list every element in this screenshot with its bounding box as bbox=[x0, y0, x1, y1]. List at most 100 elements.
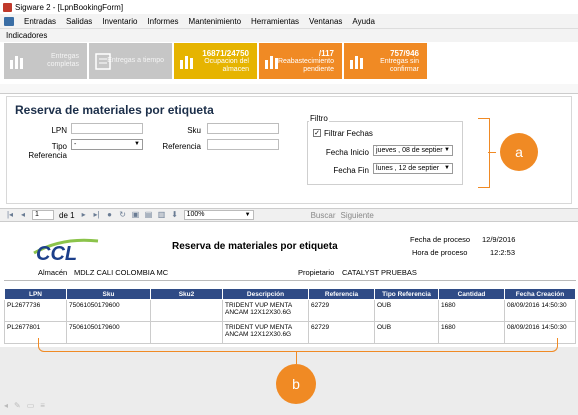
next-button[interactable]: Siguiente bbox=[340, 211, 373, 220]
chevron-down-icon: ▼ bbox=[244, 212, 251, 218]
page-setup-icon[interactable]: ▥ bbox=[158, 211, 166, 219]
cell-sku2 bbox=[150, 299, 223, 322]
referencia-label: Referencia bbox=[162, 142, 201, 151]
bar-chart-icon bbox=[265, 56, 278, 69]
table-header-row: LPN Sku Sku2 Descripción Referencia Tipo… bbox=[4, 288, 576, 300]
tile-label: Entregas a tiempo bbox=[107, 57, 164, 64]
bar-chart-icon bbox=[180, 56, 193, 69]
title-bar: Sigware 2 - [LpnBookingForm] bbox=[0, 0, 578, 14]
tile-entregas-completas[interactable]: Entregas completas bbox=[4, 43, 87, 79]
callout-connector-a bbox=[488, 152, 496, 153]
pen-icon[interactable]: ✎ bbox=[14, 401, 21, 410]
window-title: Sigware 2 - [LpnBookingForm] bbox=[15, 2, 124, 12]
menu-bar: Entradas Salidas Inventario Informes Man… bbox=[0, 14, 578, 29]
tipo-referencia-value: - bbox=[74, 141, 77, 148]
col-cantidad[interactable]: Cantidad bbox=[438, 288, 505, 300]
cell-fecha-creacion: 08/09/2016 14:50:30 bbox=[504, 299, 576, 322]
menu-icon[interactable]: ≡ bbox=[40, 401, 45, 410]
bar-chart-icon bbox=[350, 56, 363, 69]
report-title: Reserva de materiales por etiqueta bbox=[172, 241, 338, 252]
cell-descripcion: TRIDENT VUP MENTA ANCAM 12X12X30.6G bbox=[222, 299, 309, 322]
menu-inventario[interactable]: Inventario bbox=[102, 17, 137, 26]
cell-cantidad: 1680 bbox=[438, 299, 505, 322]
tile-value: 16871/24750 bbox=[202, 48, 249, 58]
footer-toolbar: ◂ ✎ ▭ ≡ bbox=[4, 401, 45, 410]
table-row[interactable]: PL2677736 75061050179600 TRIDENT VUP MEN… bbox=[4, 299, 576, 322]
menu-ventanas[interactable]: Ventanas bbox=[309, 17, 342, 26]
fecha-proceso-value: 12/9/2016 bbox=[482, 235, 516, 244]
fecha-inicio-value: jueves , 08 de septier bbox=[376, 147, 443, 154]
prev-page-icon[interactable]: ◂ bbox=[19, 211, 27, 219]
divider bbox=[4, 280, 576, 281]
fecha-fin-value: lunes , 12 de septier bbox=[376, 165, 440, 172]
menu-salidas[interactable]: Salidas bbox=[66, 17, 92, 26]
print-icon[interactable]: ▣ bbox=[132, 211, 140, 219]
hora-proceso-label: Hora de proceso bbox=[412, 248, 468, 257]
referencia-input[interactable] bbox=[207, 139, 279, 150]
last-page-icon[interactable]: ▸| bbox=[93, 211, 101, 219]
back-icon[interactable]: ◂ bbox=[4, 401, 8, 410]
next-page-icon[interactable]: ▸ bbox=[80, 211, 88, 219]
callout-a: a bbox=[500, 133, 538, 171]
tile-entregas-tiempo[interactable]: Entregas a tiempo bbox=[89, 43, 172, 79]
tile-label: Ocupacion del bbox=[204, 57, 249, 65]
tile-reabastecimiento[interactable]: /117 Reabastecimiento pendiente bbox=[259, 43, 342, 79]
tile-label: completas bbox=[47, 61, 79, 68]
callout-bracket-b bbox=[38, 338, 558, 352]
form-icon[interactable] bbox=[4, 16, 14, 26]
first-page-icon[interactable]: |◂ bbox=[6, 211, 14, 219]
tile-label: Entregas bbox=[50, 53, 79, 60]
col-tipo-referencia[interactable]: Tipo Referencia bbox=[374, 288, 439, 300]
indicators-label: Indicadores bbox=[0, 29, 578, 42]
tipo-referencia-label: Tipo Referencia bbox=[28, 142, 67, 160]
zoom-value: 100% bbox=[186, 211, 205, 218]
tile-label: Entregas sin bbox=[380, 57, 419, 65]
callout-connector-b bbox=[296, 352, 297, 364]
zoom-select[interactable]: 100% ▼ bbox=[183, 210, 254, 220]
fecha-fin-picker[interactable]: lunes , 12 de septier ▼ bbox=[373, 163, 453, 174]
tile-value: 757/946 bbox=[390, 48, 419, 58]
col-descripcion[interactable]: Descripción bbox=[222, 288, 309, 300]
tile-label: almacen bbox=[222, 65, 249, 73]
lpn-input[interactable] bbox=[71, 123, 143, 134]
menu-entradas[interactable]: Entradas bbox=[24, 17, 56, 26]
search-input[interactable]: Buscar bbox=[311, 211, 336, 220]
filtrar-fechas-checkbox[interactable]: ✓ bbox=[313, 129, 321, 137]
cell-tipo-referencia: OUB bbox=[374, 299, 439, 322]
menu-informes[interactable]: Informes bbox=[147, 17, 178, 26]
lpn-label: LPN bbox=[51, 126, 67, 135]
fecha-inicio-picker[interactable]: jueves , 08 de septier ▼ bbox=[373, 145, 453, 156]
hora-proceso-value: 12:2:53 bbox=[490, 248, 516, 257]
col-sku[interactable]: Sku bbox=[66, 288, 151, 300]
callout-bracket-a bbox=[478, 118, 490, 188]
propietario-label: Propietario bbox=[298, 268, 335, 277]
fecha-proceso-label: Fecha de proceso bbox=[410, 235, 471, 244]
chevron-down-icon: ▼ bbox=[444, 165, 450, 171]
menu-ayuda[interactable]: Ayuda bbox=[352, 17, 375, 26]
tipo-referencia-select[interactable]: - ▼ bbox=[71, 139, 143, 150]
col-sku2[interactable]: Sku2 bbox=[150, 288, 223, 300]
export-icon[interactable]: ⬇ bbox=[171, 211, 179, 219]
almacen-label: Almacén bbox=[38, 268, 68, 277]
menu-mantenimiento[interactable]: Mantenimiento bbox=[189, 17, 241, 26]
page-icon[interactable]: ▭ bbox=[27, 401, 35, 410]
tile-value: /117 bbox=[318, 48, 334, 58]
col-fecha-creacion[interactable]: Fecha Creación bbox=[504, 288, 576, 300]
filtrar-fechas-label: Filtrar Fechas bbox=[324, 129, 373, 138]
col-lpn[interactable]: LPN bbox=[4, 288, 67, 300]
sku-input[interactable] bbox=[207, 123, 279, 134]
indicator-tiles: Entregas completas Entregas a tiempo 168… bbox=[4, 43, 427, 79]
fecha-fin-label: Fecha Fin bbox=[333, 166, 369, 175]
page-input[interactable]: 1 bbox=[32, 210, 54, 220]
sku-label: Sku bbox=[187, 126, 201, 135]
callout-b: b bbox=[276, 364, 316, 404]
col-referencia[interactable]: Referencia bbox=[308, 288, 375, 300]
print-layout-icon[interactable]: ▤ bbox=[145, 211, 153, 219]
stop-icon[interactable]: ● bbox=[106, 211, 114, 219]
ccl-logo: CCL bbox=[33, 238, 99, 263]
refresh-icon[interactable]: ↻ bbox=[119, 211, 127, 219]
menu-herramientas[interactable]: Herramientas bbox=[251, 17, 299, 26]
cell-lpn: PL2677736 bbox=[4, 299, 67, 322]
tile-entregas-sin-confirmar[interactable]: 757/946 Entregas sin confirmar bbox=[344, 43, 427, 79]
tile-ocupacion[interactable]: 16871/24750 Ocupacion del almacen bbox=[174, 43, 257, 79]
